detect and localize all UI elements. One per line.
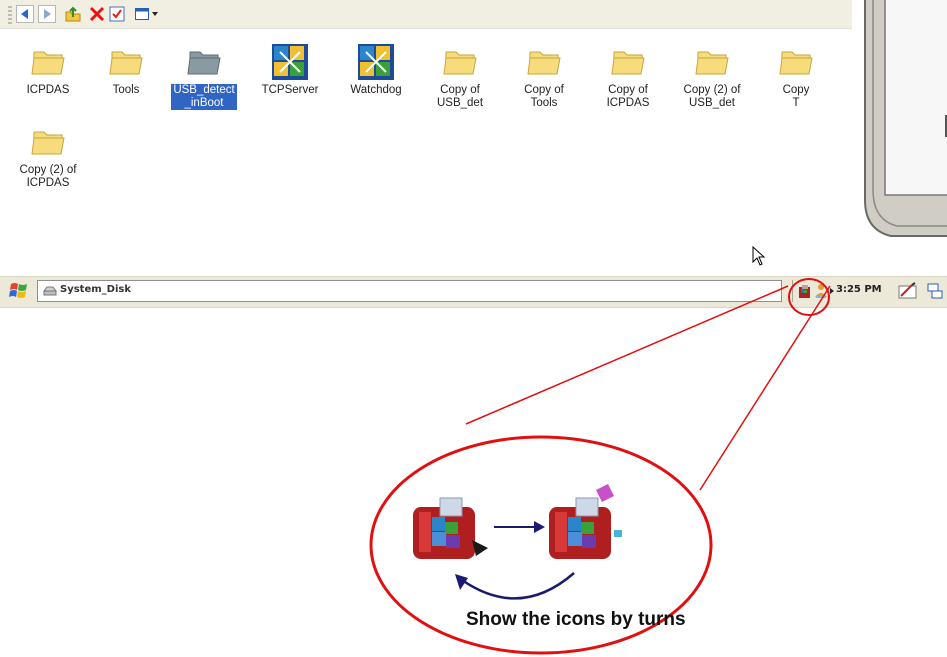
folder-icon: [695, 51, 729, 75]
folder-icon: [443, 51, 477, 75]
desktop-item[interactable]: Copy (2) of USB_det: [674, 42, 750, 114]
up-folder-icon[interactable]: [64, 5, 82, 23]
back-icon[interactable]: [16, 5, 34, 23]
desktop-item-label: TCPServer: [261, 84, 319, 96]
desktop-item[interactable]: Watchdog: [338, 42, 414, 101]
desktop-item-label: USB_detect _inBoot: [171, 84, 237, 110]
system-tray: 3:25 PM: [788, 280, 947, 302]
tray-divider: [792, 280, 793, 302]
folder-icon: [187, 51, 221, 75]
person-tray-icon[interactable]: [814, 283, 828, 299]
desktop-item[interactable]: Tools: [88, 42, 164, 101]
desktop-item-label: Watchdog: [350, 84, 402, 96]
desktop-item[interactable]: Copy of ICPDAS: [590, 42, 666, 114]
taskbar: System_Disk 3:25 PM: [0, 276, 947, 308]
views-icon[interactable]: [134, 5, 152, 23]
desktop-item[interactable]: Copy of USB_det: [422, 42, 498, 114]
folder-icon: [109, 51, 143, 75]
folder-icon: [31, 131, 65, 155]
windows-start-icon[interactable]: [8, 281, 30, 301]
desktop-item-label: Copy (2) of USB_det: [683, 84, 741, 109]
toolbar-grip[interactable]: [8, 6, 12, 24]
network-icon[interactable]: [926, 283, 944, 299]
input-panel-icon[interactable]: [898, 282, 918, 300]
tray-expand-icon[interactable]: [830, 288, 834, 294]
desktop-item-label: ICPDAS: [26, 84, 70, 96]
desktop-item-label: Copy of USB_det: [436, 84, 484, 109]
desktop-item-label: Copy of Tools: [524, 84, 564, 109]
tray-state-2-icon: [549, 484, 622, 559]
tray-state-1-icon: [413, 497, 488, 559]
desktop-item[interactable]: Copy (2) of ICPDAS: [10, 122, 86, 194]
desktop-item-label: Copy of ICPDAS: [606, 84, 650, 109]
device-frame: [864, 0, 947, 237]
mouse-pointer-icon: [752, 246, 766, 266]
folder-icon: [779, 51, 813, 75]
app-cubes-icon: [358, 44, 394, 80]
desktop-item-label: Copy T: [782, 84, 810, 109]
desktop-item[interactable]: USB_detect _inBoot: [166, 42, 242, 114]
callout-line-right: [699, 285, 831, 491]
clock[interactable]: 3:25 PM: [836, 284, 882, 295]
forward-icon[interactable]: [38, 5, 56, 23]
app-cubes-icon: [272, 44, 308, 80]
views-dropdown-icon[interactable]: [152, 12, 158, 16]
desktop-item-label: Tools: [112, 84, 140, 96]
address-bar[interactable]: System_Disk: [37, 280, 782, 302]
folder-icon: [527, 51, 561, 75]
usb-detect-tray-icon[interactable]: [798, 283, 814, 299]
folder-icon: [31, 51, 65, 75]
desktop-item-label: Copy (2) of ICPDAS: [19, 164, 77, 189]
desktop-item[interactable]: TCPServer: [252, 42, 328, 101]
properties-icon[interactable]: [108, 5, 126, 23]
address-text: System_Disk: [60, 284, 131, 295]
arrow-back: [461, 572, 575, 600]
callout-caption: Show the icons by turns: [466, 609, 686, 630]
desktop-item[interactable]: Copy of Tools: [506, 42, 582, 114]
disk-drive-icon: [43, 286, 57, 296]
delete-icon[interactable]: [88, 5, 106, 23]
desktop-item[interactable]: ICPDAS: [10, 42, 86, 101]
folder-icon: [611, 51, 645, 75]
toolbar: [0, 0, 852, 29]
desktop-item[interactable]: Copy T: [758, 42, 834, 114]
